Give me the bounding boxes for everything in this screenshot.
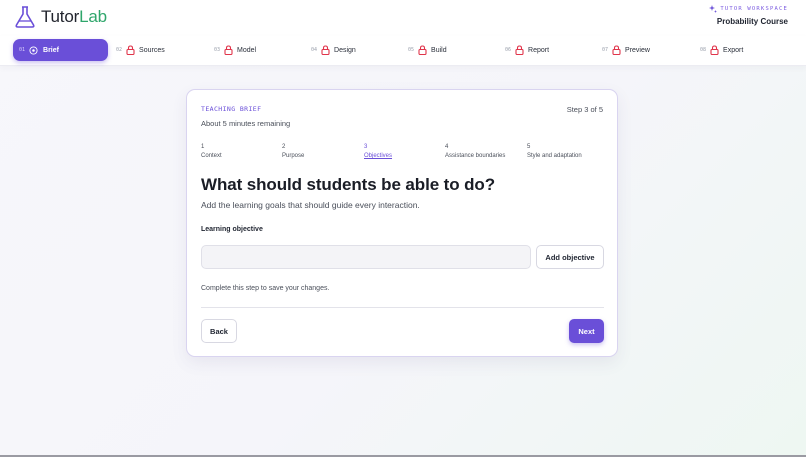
nav-item-brief[interactable]: 01 Brief xyxy=(13,39,108,61)
next-button[interactable]: Next xyxy=(569,319,604,343)
nav-item-design[interactable]: 04 Design xyxy=(311,39,356,61)
nav-item-sources[interactable]: 02 Sources xyxy=(116,39,165,61)
substep-label: Purpose xyxy=(282,153,305,159)
add-objective-button[interactable]: Add objective xyxy=(536,245,604,269)
substep-number: 4 xyxy=(445,144,449,150)
nav-item-label: Preview xyxy=(625,46,650,54)
nav-item-label: Model xyxy=(237,46,257,54)
flask-logo-icon xyxy=(15,6,35,28)
back-button[interactable]: Back xyxy=(201,319,237,343)
substep-label: Assistance boundaries xyxy=(445,153,506,159)
substep-label: Context xyxy=(201,153,222,159)
nav-item-preview[interactable]: 07 Preview xyxy=(602,39,650,61)
nav-item-number: 07 xyxy=(602,47,609,53)
nav-item-number: 03 xyxy=(214,47,221,53)
sparkle-icon xyxy=(709,5,718,13)
workspace-info: TUTOR WORKSPACE Probability Course xyxy=(709,5,788,26)
substep-label: Objectives xyxy=(364,153,393,159)
objective-field-label: Learning objective xyxy=(201,226,263,233)
lock-icon xyxy=(321,45,330,55)
nav-item-number: 05 xyxy=(408,47,415,53)
substep-number: 3 xyxy=(364,144,368,150)
substep-style-and-adaptation[interactable]: 5 Style and adaptation xyxy=(527,143,582,161)
page-title: What should students be able to do? xyxy=(201,175,495,194)
time-remaining: About 5 minutes remaining xyxy=(201,119,291,128)
lock-icon xyxy=(710,45,719,55)
card-eyebrow: TEACHING BRIEF xyxy=(201,105,262,113)
divider xyxy=(201,307,604,308)
nav-item-label: Export xyxy=(723,46,744,54)
nav-item-build[interactable]: 05 Build xyxy=(408,39,447,61)
save-note: Complete this step to save your changes. xyxy=(201,285,330,292)
substep-number: 2 xyxy=(282,144,286,150)
workspace-label: TUTOR WORKSPACE xyxy=(720,6,788,12)
brief-card: TEACHING BRIEF Step 3 of 5 About 5 minut… xyxy=(186,89,618,357)
nav-item-label: Sources xyxy=(139,46,165,54)
page-subtitle: Add the learning goals that should guide… xyxy=(201,200,420,210)
nav-item-number: 08 xyxy=(700,47,707,53)
nav-item-label: Design xyxy=(334,46,356,54)
lock-icon xyxy=(612,45,621,55)
substep-label: Style and adaptation xyxy=(527,153,582,159)
substep-objectives[interactable]: 3 Objectives xyxy=(364,143,392,161)
lock-icon xyxy=(515,45,524,55)
lock-icon xyxy=(418,45,427,55)
nav-item-number: 04 xyxy=(311,47,318,53)
substep-purpose[interactable]: 2 Purpose xyxy=(282,143,304,161)
app-name: TutorLab xyxy=(41,7,107,26)
substep-context[interactable]: 1 Context xyxy=(201,143,222,161)
lock-icon xyxy=(126,45,135,55)
nav-item-export[interactable]: 08 Export xyxy=(700,39,743,61)
step-navigation: 01 Brief 02 Sources 03 Model 04 Design 0… xyxy=(0,36,806,66)
substep-number: 5 xyxy=(527,144,531,150)
top-bar: TutorLab TUTOR WORKSPACE Probability Cou… xyxy=(0,0,806,36)
course-name: Probability Course xyxy=(716,17,788,26)
substep-assistance-boundaries[interactable]: 4 Assistance boundaries xyxy=(445,143,505,161)
nav-item-number: 06 xyxy=(505,47,512,53)
lock-icon xyxy=(224,45,233,55)
objective-input[interactable] xyxy=(201,245,531,269)
app-logo[interactable]: TutorLab xyxy=(14,5,107,29)
nav-item-label: Report xyxy=(528,46,550,54)
nav-item-number: 01 xyxy=(19,47,26,53)
circle-check-icon xyxy=(29,45,38,55)
nav-item-report[interactable]: 06 Report xyxy=(505,39,549,61)
substep-number: 1 xyxy=(201,144,205,150)
nav-item-label: Build xyxy=(431,46,447,54)
nav-item-model[interactable]: 03 Model xyxy=(214,39,256,61)
nav-item-label: Brief xyxy=(43,46,59,54)
step-counter: Step 3 of 5 xyxy=(566,105,603,114)
nav-item-number: 02 xyxy=(116,47,123,53)
